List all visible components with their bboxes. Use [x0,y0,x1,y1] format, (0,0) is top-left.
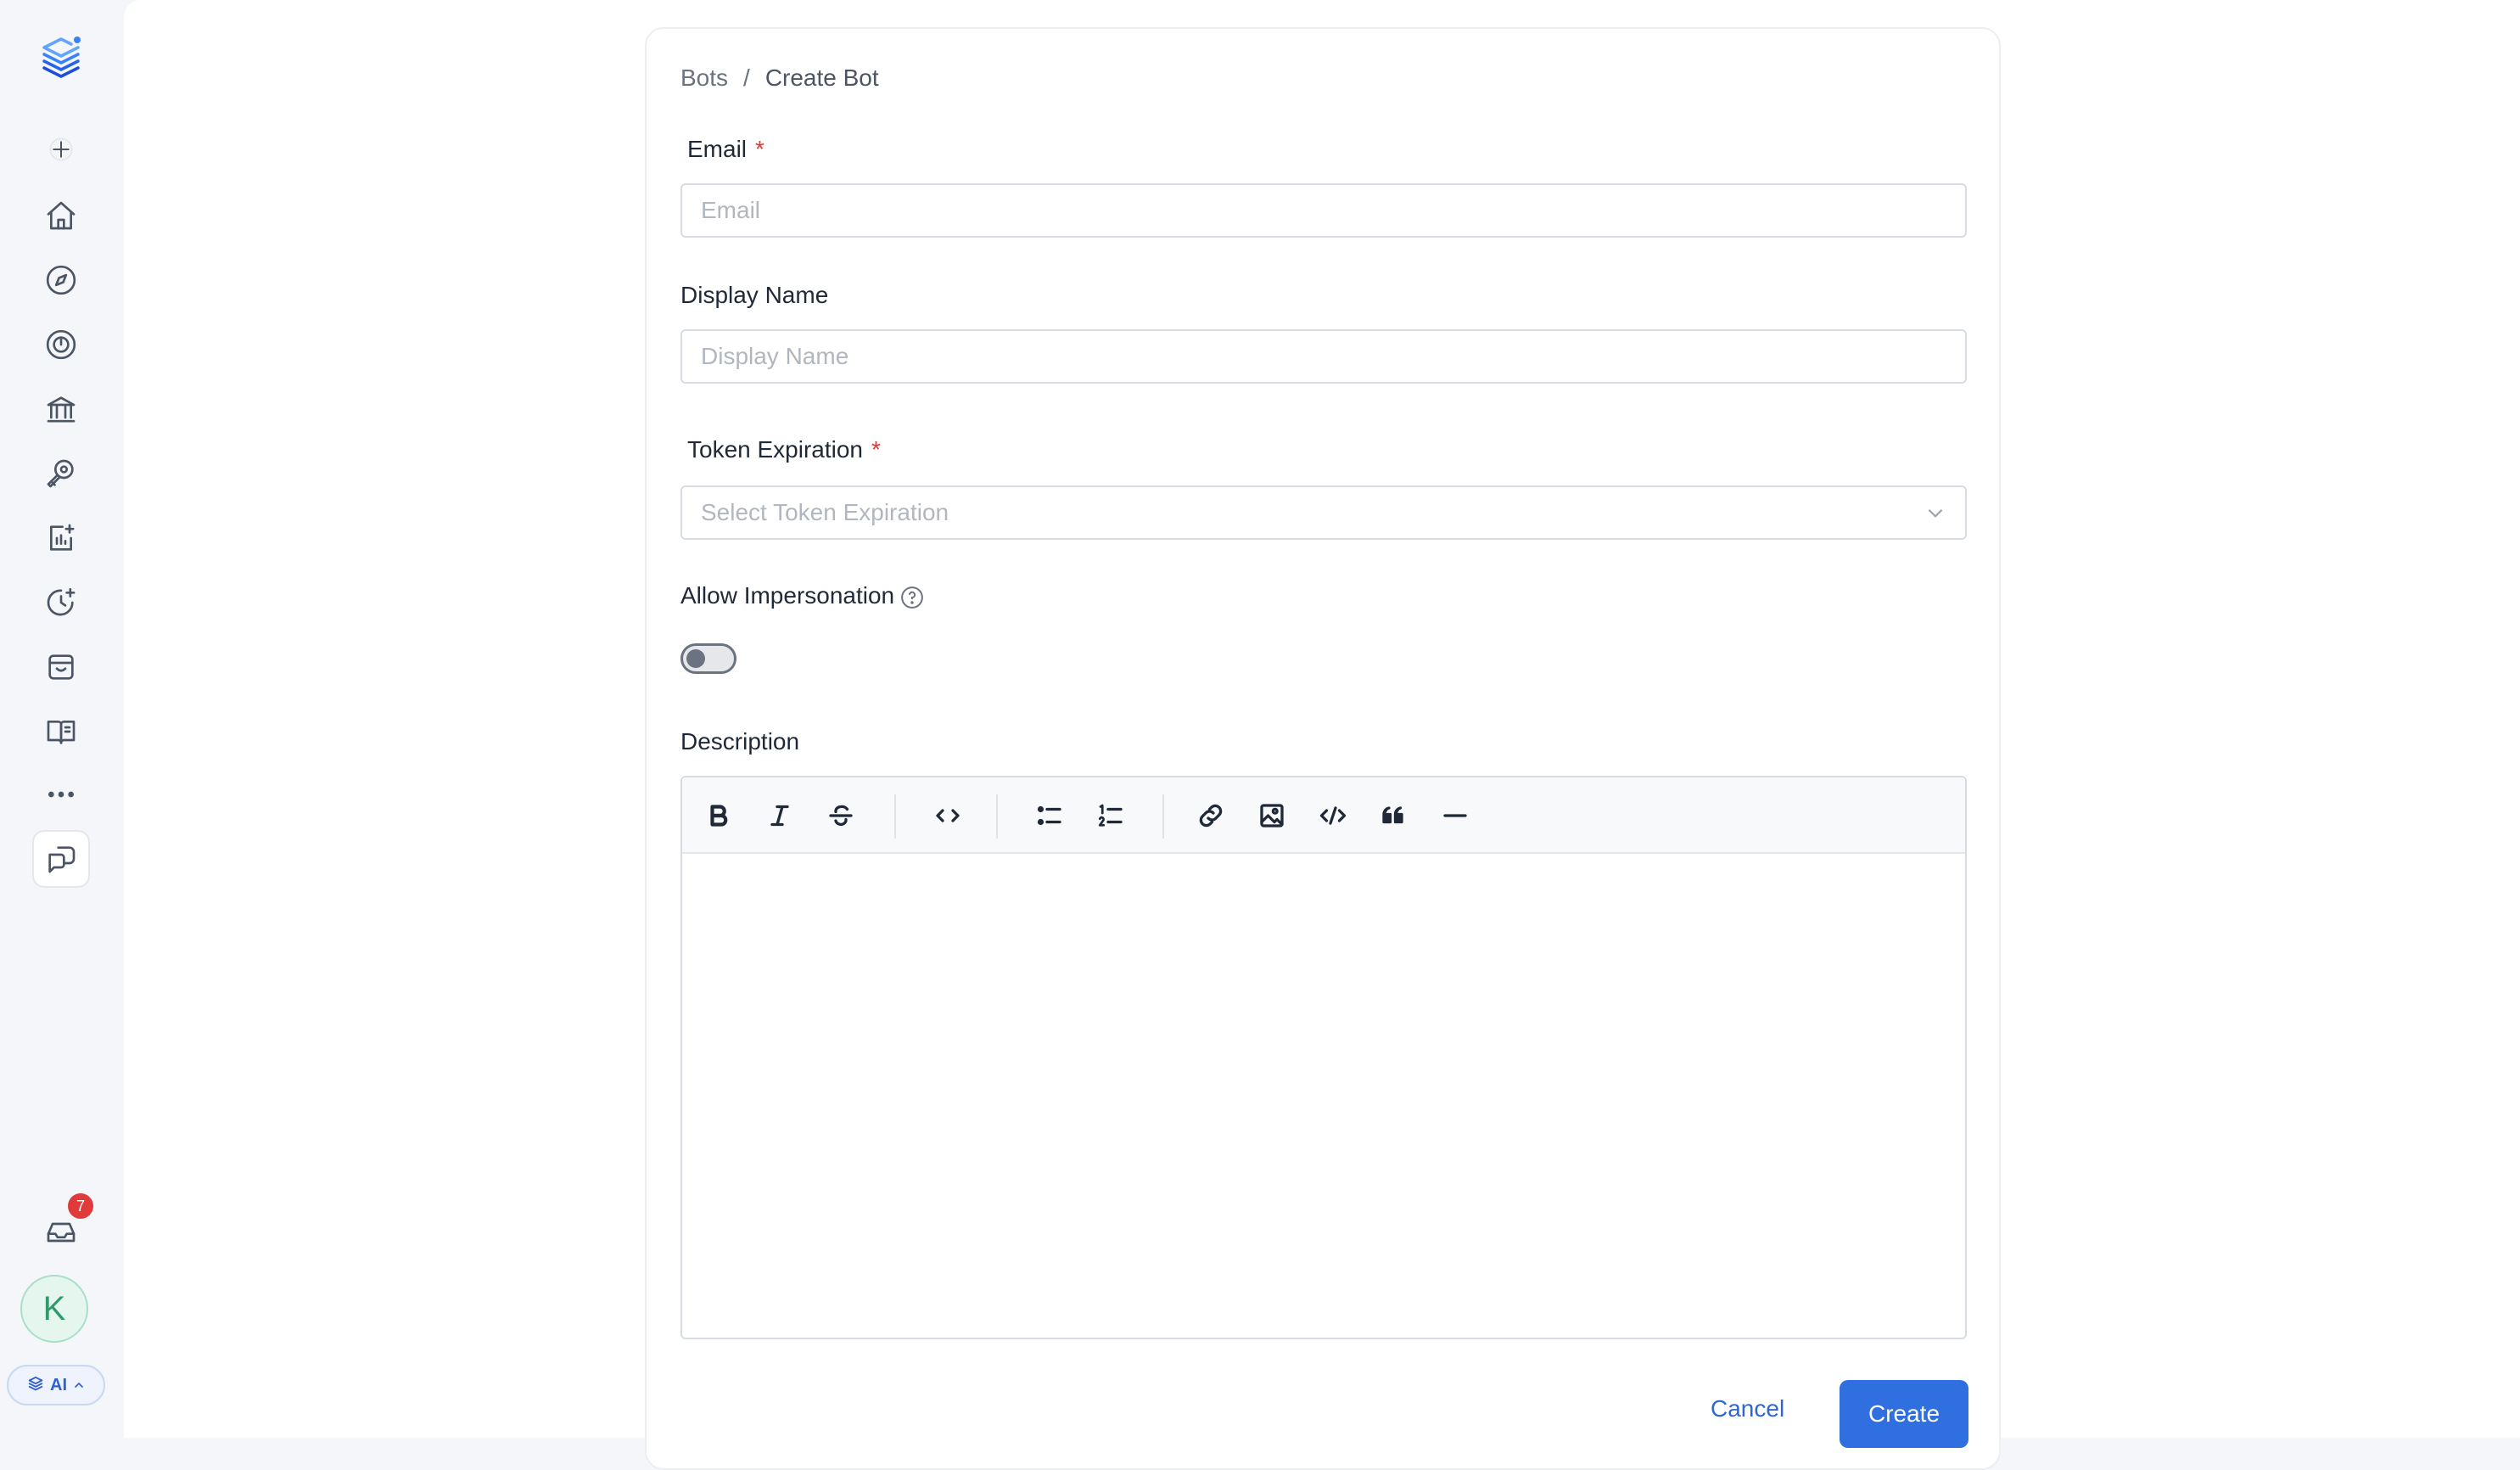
description-textarea[interactable] [682,856,1965,1338]
email-label-text: Email [687,136,748,162]
chevron-down-icon [1928,508,1943,518]
display-name-input[interactable] [680,329,1967,384]
main-content: Bots / Create Bot Email * Display Name To… [124,0,2520,1470]
required-mark: * [755,136,764,162]
home-icon[interactable] [32,187,90,244]
inbox-count-badge: 7 [68,1193,93,1219]
breadcrumb: Bots / Create Bot [680,65,879,92]
required-mark: * [871,436,881,463]
token-expiration-label-text: Token Expiration [687,436,864,463]
strikethrough-icon[interactable] [821,796,860,835]
toolbar-separator [996,794,998,839]
image-icon[interactable] [1252,796,1291,835]
quote-icon[interactable] [1375,796,1414,835]
toolbar-separator [1162,794,1164,839]
ai-label: AI [50,1375,67,1394]
more-icon[interactable] [32,766,90,823]
bullet-list-icon[interactable] [1030,796,1069,835]
breadcrumb-current: Create Bot [764,65,879,91]
horizontal-rule-icon[interactable] [1436,796,1475,835]
stacked-layers-logo-icon[interactable] [37,32,85,83]
insights-icon[interactable] [32,445,90,502]
email-input[interactable] [680,183,1967,238]
add-icon[interactable] [32,121,90,178]
observability-icon[interactable] [32,316,90,373]
sidebar: 7 K AI [7,7,112,1431]
glossary-icon[interactable] [32,703,90,760]
token-expiration-label: Token Expiration * [687,436,881,463]
allow-impersonation-label: Allow Impersonation [680,582,925,610]
allow-impersonation-label-text: Allow Impersonation [680,582,895,609]
breadcrumb-separator: / [743,65,750,91]
help-circle-icon[interactable] [899,585,925,610]
cancel-button[interactable]: Cancel [1711,1395,1784,1422]
italic-icon[interactable] [760,796,799,835]
data-quality-icon[interactable] [32,509,90,567]
inline-code-icon[interactable] [928,796,967,835]
marketplace-icon[interactable] [32,638,90,696]
display-name-label: Display Name [680,282,829,308]
allow-impersonation-toggle[interactable] [680,643,736,674]
breadcrumb-bots-link[interactable]: Bots [680,65,728,92]
create-button[interactable]: Create [1840,1380,1968,1448]
link-icon[interactable] [1191,796,1230,835]
ai-assistant-button[interactable]: AI [7,1365,105,1405]
code-block-icon[interactable] [1313,796,1352,835]
create-bot-form-card: Bots / Create Bot Email * Display Name To… [645,27,2001,1470]
ai-logo-icon [28,1376,43,1391]
email-label: Email * [687,136,764,163]
incident-icon[interactable] [32,574,90,631]
chat-icon[interactable] [32,830,90,888]
editor-toolbar [682,777,1965,854]
toolbar-separator [894,794,896,839]
description-label: Description [680,728,800,755]
user-avatar[interactable]: K [20,1275,88,1343]
token-expiration-placeholder: Select Token Expiration [701,499,949,525]
ordered-list-icon[interactable] [1091,796,1130,835]
chevron-up-icon [75,1382,83,1388]
governance-icon[interactable] [32,380,90,438]
token-expiration-select[interactable]: Select Token Expiration [680,485,1967,540]
explore-icon[interactable] [32,251,90,309]
toggle-knob [686,649,705,668]
description-editor [680,776,1967,1339]
bold-icon[interactable] [699,796,738,835]
